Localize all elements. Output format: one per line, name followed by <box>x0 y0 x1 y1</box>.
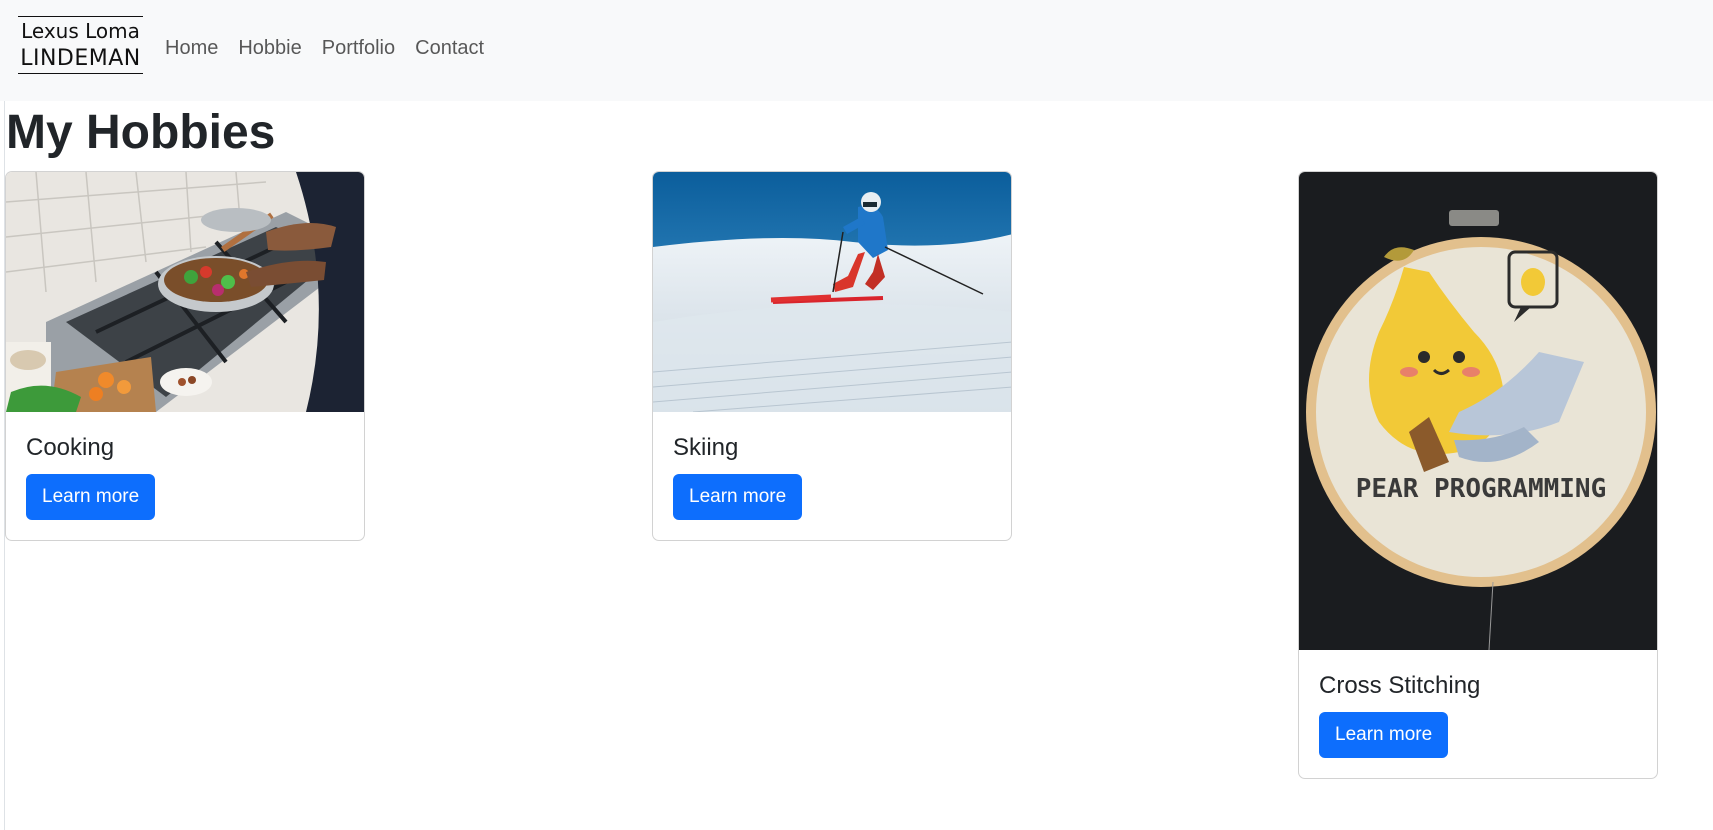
card-title: Cross Stitching <box>1319 672 1481 699</box>
page-title: My Hobbies <box>6 106 276 159</box>
card-title: Skiing <box>673 434 739 461</box>
brand-line-1: Lexus Loma <box>21 19 140 43</box>
hobby-card-cross-stitching: PEAR PROGRAMMING Cross Stitching Learn m… <box>1298 171 1658 779</box>
brand-line-2: LINDEMAN <box>20 46 141 71</box>
hobby-card-cooking: Cooking Learn more <box>5 171 365 541</box>
learn-more-button-cross-stitching[interactable]: Learn more <box>1319 712 1449 758</box>
cross-stitching-image: PEAR PROGRAMMING <box>1299 172 1657 650</box>
card-body: Skiing Learn more <box>653 412 1011 540</box>
skiing-image <box>653 172 1011 412</box>
learn-more-button-skiing[interactable]: Learn more <box>673 474 803 520</box>
card-body: Cross Stitching Learn more <box>1299 650 1657 778</box>
learn-more-button-cooking[interactable]: Learn more <box>26 474 156 520</box>
navbar: Lexus Loma LINDEMAN Home Hobbie Portfoli… <box>0 0 1713 101</box>
stitch-pattern-text: PEAR PROGRAMMING <box>1356 474 1606 504</box>
nav-hobbie-link[interactable]: Hobbie <box>238 34 301 62</box>
nav-portfolio-link[interactable]: Portfolio <box>322 34 395 62</box>
nav-home-link[interactable]: Home <box>165 34 218 62</box>
nav-contact-link[interactable]: Contact <box>415 34 484 62</box>
hobby-card-skiing: Skiing Learn more <box>652 171 1012 541</box>
nav-links: Home Hobbie Portfolio Contact <box>165 34 484 62</box>
brand-logo[interactable]: Lexus Loma LINDEMAN <box>18 16 143 74</box>
cooking-image <box>6 172 364 412</box>
card-body: Cooking Learn more <box>6 412 364 540</box>
card-title: Cooking <box>26 434 115 461</box>
